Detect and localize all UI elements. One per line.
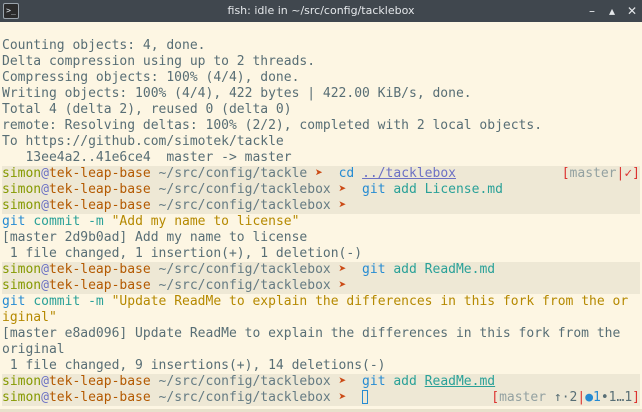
ahead-count: ↑·2: [553, 390, 578, 405]
prompt-host: tek-leap-base: [48, 262, 151, 277]
prompt-user: simon: [2, 182, 42, 197]
output-line: Compressing objects: 100% (4/4), done.: [2, 70, 300, 85]
command: git: [362, 262, 386, 277]
maximize-button[interactable]: ▴: [603, 0, 621, 22]
prompt-cwd: ~/src/config/tacklebox: [158, 182, 331, 197]
prompt-line: simon@tek-leap-base ~/src/config/tackleb…: [2, 182, 640, 198]
command-line: git commit -m "Add my name to license": [2, 214, 640, 230]
command-arg: commit -m: [33, 214, 104, 229]
prompt-host: tek-leap-base: [48, 390, 151, 405]
command-arg: add ReadMe.md: [393, 262, 496, 277]
prompt-host: tek-leap-base: [48, 374, 151, 389]
terminal-window: >_ fish: idle in ~/src/config/tacklebox …: [0, 0, 642, 412]
prompt-arrow-icon: ➤: [338, 182, 347, 197]
close-button[interactable]: ✕: [623, 0, 641, 22]
output-line: 1 file changed, 1 insertion(+), 1 deleti…: [2, 246, 363, 261]
staged-count: ●1: [585, 390, 601, 405]
prompt-user: simon: [2, 278, 42, 293]
command-line-wrap: iginal": [2, 310, 640, 326]
prompt-cwd: ~/src/config/tacklebox: [158, 278, 331, 293]
prompt-line: simon@tek-leap-base ~/src/config/tackleb…: [2, 262, 640, 278]
prompt-cwd: ~/src/config/tackle: [158, 166, 308, 181]
prompt-at: @: [41, 182, 49, 197]
command-string: iginal": [2, 310, 57, 325]
prompt-user: simon: [2, 198, 42, 213]
changed-count: •1: [600, 390, 617, 405]
output-line: To https://github.com/simotek/tackle: [2, 134, 284, 149]
command-arg: ../tacklebox: [362, 166, 456, 181]
git-status: [master|✓]: [561, 166, 640, 181]
command-string: "Add my name to license": [111, 214, 300, 229]
prompt-line: simon@tek-leap-base ~/src/config/tackleb…: [2, 374, 640, 390]
prompt-line: simon@tek-leap-base ~/src/config/tackleb…: [2, 198, 640, 214]
output-line: [master 2d9b0ad] Add my name to license: [2, 230, 308, 245]
untracked-count: …1: [616, 390, 633, 405]
prompt-arrow-icon: ➤: [338, 278, 347, 293]
prompt-user: simon: [2, 262, 42, 277]
command: git: [2, 214, 26, 229]
command-arg: add License.md: [393, 182, 503, 197]
output-line: 13ee4a2..41e6ce4 master -> master: [2, 150, 292, 165]
command: git: [2, 294, 26, 309]
prompt-at: @: [41, 262, 49, 277]
output-line: Writing objects: 100% (4/4), 422 bytes |…: [2, 86, 472, 101]
command: git: [362, 374, 386, 389]
prompt-host: tek-leap-base: [48, 278, 151, 293]
prompt-at: @: [41, 390, 49, 405]
prompt-arrow-icon: ➤: [338, 198, 347, 213]
prompt-host: tek-leap-base: [48, 182, 151, 197]
prompt-cwd: ~/src/config/tacklebox: [158, 198, 331, 213]
prompt-cwd: ~/src/config/tacklebox: [158, 262, 331, 277]
prompt-at: @: [41, 198, 49, 213]
command: git: [362, 182, 386, 197]
output-line: Delta compression using up to 2 threads.: [2, 54, 316, 69]
terminal-output[interactable]: Counting objects: 4, done. Delta compres…: [2, 38, 640, 406]
command-arg: add: [393, 374, 417, 389]
prompt-arrow-icon: ➤: [315, 166, 323, 181]
minimize-button[interactable]: –: [583, 0, 601, 22]
prompt-host: tek-leap-base: [48, 198, 151, 213]
window-title: fish: idle in ~/src/config/tacklebox: [227, 4, 415, 17]
prompt-arrow-icon: ➤: [338, 262, 347, 277]
title-bar[interactable]: >_ fish: idle in ~/src/config/tacklebox …: [0, 0, 642, 22]
prompt-arrow-icon: ➤: [338, 374, 347, 389]
prompt-at: @: [41, 374, 49, 389]
prompt-user: simon: [2, 390, 42, 405]
output-line: [master e8ad096] Update ReadMe to explai…: [2, 326, 621, 341]
command-string: "Update ReadMe to explain the difference…: [111, 294, 629, 309]
command-arg: commit -m: [33, 294, 104, 309]
prompt-arrow-icon: ➤: [338, 390, 347, 405]
prompt-at: @: [41, 166, 49, 181]
prompt-cwd: ~/src/config/tacklebox: [158, 390, 331, 405]
clean-check-icon: ✓: [624, 166, 633, 181]
output-line: Total 4 (delta 2), reused 0 (delta 0): [2, 102, 292, 117]
git-status: [master ↑·2|●1•1…1]: [491, 390, 640, 405]
command-line: git commit -m "Update ReadMe to explain …: [2, 294, 640, 310]
prompt-host: tek-leap-base: [48, 166, 151, 181]
output-line: remote: Resolving deltas: 100% (2/2), co…: [2, 118, 543, 133]
output-line: Counting objects: 4, done.: [2, 38, 206, 53]
command: cd: [338, 166, 355, 181]
prompt-user: simon: [2, 374, 42, 389]
prompt-line: simon@tek-leap-base ~/src/config/tackle …: [2, 166, 640, 182]
prompt-cwd: ~/src/config/tacklebox: [158, 374, 331, 389]
prompt-line: simon@tek-leap-base ~/src/config/tackleb…: [2, 278, 640, 294]
command-arg: ReadMe.md: [424, 374, 496, 389]
prompt-line-active[interactable]: simon@tek-leap-base ~/src/config/tackleb…: [2, 390, 640, 406]
prompt-at: @: [41, 278, 49, 293]
prompt-user: simon: [2, 166, 42, 181]
text-cursor[interactable]: [362, 390, 369, 404]
terminal-icon[interactable]: >_: [3, 3, 19, 19]
output-line: original: [2, 342, 65, 357]
output-line: 1 file changed, 9 insertions(+), 14 dele…: [2, 358, 386, 373]
